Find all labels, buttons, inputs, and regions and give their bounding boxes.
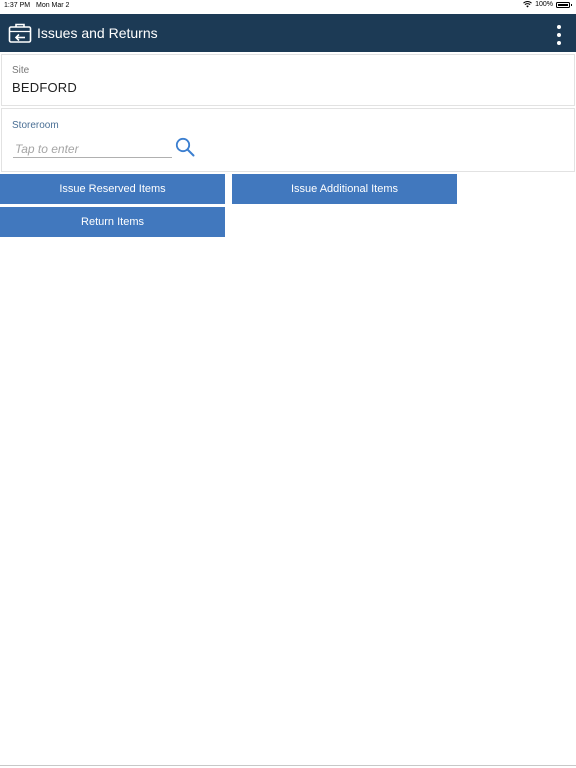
briefcase-return-icon (8, 23, 32, 43)
battery-icon (556, 1, 572, 8)
storeroom-label: Storeroom (12, 120, 59, 131)
app-header: Issues and Returns (0, 14, 576, 52)
site-field: Site BEDFORD (1, 54, 575, 106)
more-vertical-icon[interactable] (556, 25, 562, 45)
bottom-divider (0, 765, 576, 766)
search-icon[interactable] (174, 136, 196, 158)
site-value: BEDFORD (12, 80, 77, 95)
status-indicators: 100% (523, 1, 572, 8)
issue-additional-items-button[interactable]: Issue Additional Items (232, 174, 457, 204)
status-date: Mon Mar 2 (36, 2, 70, 9)
site-label: Site (12, 65, 30, 76)
status-bar: 1:37 PM Mon Mar 2 100% (0, 0, 576, 14)
return-items-button[interactable]: Return Items (0, 207, 225, 237)
battery-percent: 100% (535, 1, 553, 8)
page-title: Issues and Returns (37, 25, 158, 41)
wifi-icon (523, 1, 532, 8)
status-time: 1:37 PM (4, 2, 31, 9)
issue-reserved-items-button[interactable]: Issue Reserved Items (0, 174, 225, 204)
storeroom-input[interactable] (13, 141, 172, 158)
storeroom-field: Storeroom (1, 108, 575, 172)
